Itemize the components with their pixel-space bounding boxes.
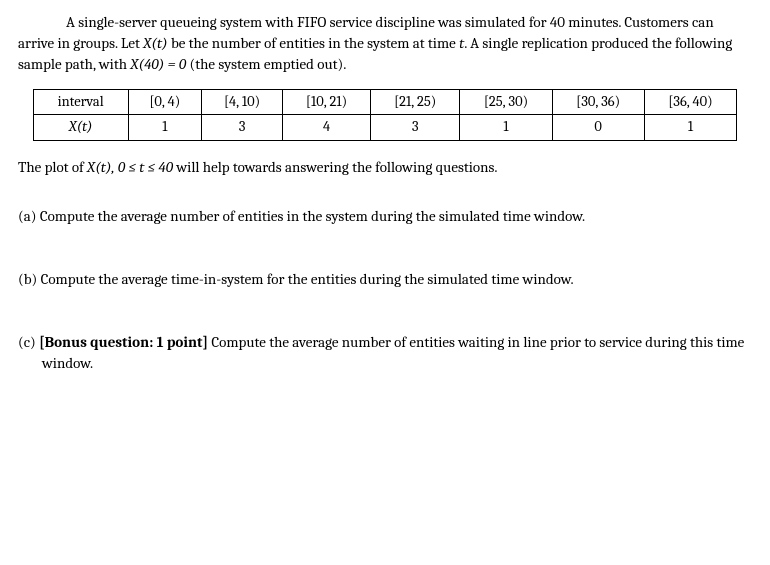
intro-paragraph: A single-server queueing system with FIF… — [18, 12, 752, 75]
hint-text-a: The plot of — [18, 158, 87, 176]
interval-cell: [10, 21) — [283, 90, 371, 115]
intro-text-d: (the system emptied out). — [186, 55, 346, 73]
interval-cell: [0, 4) — [128, 90, 202, 115]
value-cell: 4 — [283, 115, 371, 140]
table-row: interval [0, 4) [4, 10) [10, 21) [21, 25… — [33, 90, 737, 115]
interval-cell: [36, 40) — [644, 90, 737, 115]
interval-cell: [25, 30) — [460, 90, 552, 115]
question-text: Compute the average number of entities i… — [40, 207, 585, 225]
question-text: Compute the average time-in-system for t… — [41, 270, 574, 288]
question-label: (c) — [18, 333, 39, 351]
table-row: X(t) 1 3 4 3 1 0 1 — [33, 115, 737, 140]
x40-cond: X(40) = 0 — [130, 55, 186, 73]
question-label: (b) — [18, 270, 41, 288]
xt-label: X(t) — [33, 115, 128, 140]
intro-text-b: be the number of entities in the system … — [168, 34, 459, 52]
bonus-label: [Bonus question: 1 point] — [39, 333, 208, 351]
interval-cell: [21, 25) — [371, 90, 460, 115]
value-cell: 1 — [128, 115, 202, 140]
question-b: (b) Compute the average time-in-system f… — [18, 269, 752, 290]
value-cell: 1 — [644, 115, 737, 140]
interval-cell: [30, 36) — [552, 90, 644, 115]
value-cell: 0 — [552, 115, 644, 140]
question-label: (a) — [18, 207, 40, 225]
question-a: (a) Compute the average number of entiti… — [18, 206, 752, 227]
value-cell: 3 — [371, 115, 460, 140]
value-cell: 1 — [460, 115, 552, 140]
question-c: (c) [Bonus question: 1 point] Compute th… — [18, 332, 752, 374]
hint-fn: X(t), 0 ≤ t ≤ 40 — [87, 158, 173, 176]
sample-path-table: interval [0, 4) [4, 10) [10, 21) [21, 25… — [33, 89, 738, 141]
xt-var: X(t) — [143, 34, 167, 52]
interval-cell: [4, 10) — [202, 90, 283, 115]
interval-label: interval — [33, 90, 128, 115]
hint-paragraph: The plot of X(t), 0 ≤ t ≤ 40 will help t… — [18, 157, 752, 178]
value-cell: 3 — [202, 115, 283, 140]
hint-text-b: will help towards answering the followin… — [173, 158, 497, 176]
